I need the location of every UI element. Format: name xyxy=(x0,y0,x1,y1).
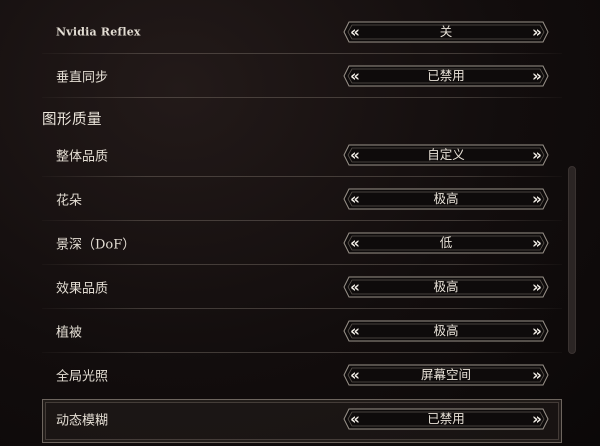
option-selector[interactable]: « 极高 » xyxy=(343,188,549,210)
setting-value: 已禁用 xyxy=(427,68,465,83)
next-option-arrow-icon[interactable]: » xyxy=(527,408,547,430)
setting-label: 景深（DoF） xyxy=(56,237,136,253)
setting-label: 动态模糊 xyxy=(56,413,109,429)
setting-label: 花朵 xyxy=(56,193,83,209)
setting-row-flowers[interactable]: 花朵 « 极高 » xyxy=(42,177,562,221)
setting-label: 效果品质 xyxy=(56,281,109,297)
setting-row-overall-quality[interactable]: 整体品质 « 自定义 » xyxy=(42,133,562,177)
setting-value: 极高 xyxy=(433,323,459,338)
option-selector[interactable]: « 已禁用 » xyxy=(343,65,549,87)
next-option-arrow-icon[interactable]: » xyxy=(527,276,547,298)
option-selector[interactable]: « 极高 » xyxy=(343,276,549,298)
section-title-graphics-quality: 图形质量 xyxy=(42,112,102,128)
previous-option-arrow-icon[interactable]: « xyxy=(345,188,365,210)
next-option-arrow-icon[interactable]: » xyxy=(527,232,547,254)
vertical-scrollbar[interactable] xyxy=(568,166,576,354)
previous-option-arrow-icon[interactable]: « xyxy=(345,232,365,254)
setting-label: Nvidia Reflex xyxy=(56,25,141,39)
option-selector[interactable]: « 自定义 » xyxy=(343,144,549,166)
previous-option-arrow-icon[interactable]: « xyxy=(345,276,365,298)
option-selector[interactable]: « 低 » xyxy=(343,232,549,254)
option-selector[interactable]: « 已禁用 » xyxy=(343,408,549,430)
previous-option-arrow-icon[interactable]: « xyxy=(345,364,365,386)
setting-row-vegetation[interactable]: 植被 « 极高 » xyxy=(42,309,562,353)
next-option-arrow-icon[interactable]: » xyxy=(527,65,547,87)
option-selector[interactable]: « 关 » xyxy=(343,21,549,43)
previous-option-arrow-icon[interactable]: « xyxy=(345,65,365,87)
previous-option-arrow-icon[interactable]: « xyxy=(345,21,365,43)
setting-row-effects-quality[interactable]: 效果品质 « 极高 » xyxy=(42,265,562,309)
option-selector[interactable]: « 极高 » xyxy=(343,320,549,342)
setting-value: 极高 xyxy=(433,279,459,294)
next-option-arrow-icon[interactable]: » xyxy=(527,188,547,210)
setting-value: 自定义 xyxy=(427,147,465,162)
previous-option-arrow-icon[interactable]: « xyxy=(345,320,365,342)
next-option-arrow-icon[interactable]: » xyxy=(527,320,547,342)
setting-label: 整体品质 xyxy=(56,149,109,165)
setting-value: 屏幕空间 xyxy=(420,367,471,382)
row-divider xyxy=(42,97,562,98)
setting-label: 全局光照 xyxy=(56,369,109,385)
setting-row-depth-of-field[interactable]: 景深（DoF） « 低 » xyxy=(42,221,562,265)
option-selector[interactable]: « 屏幕空间 » xyxy=(343,364,549,386)
previous-option-arrow-icon[interactable]: « xyxy=(345,144,365,166)
settings-panel: Nvidia Reflex « 关 » 垂直同步 « 已禁用 » 图形质量 整体… xyxy=(40,0,562,446)
setting-value: 极高 xyxy=(433,191,459,206)
setting-label: 垂直同步 xyxy=(56,70,109,86)
next-option-arrow-icon[interactable]: » xyxy=(527,21,547,43)
setting-value: 低 xyxy=(439,235,453,250)
setting-label: 植被 xyxy=(56,325,83,341)
setting-row-motion-blur[interactable]: 动态模糊 « 已禁用 » xyxy=(42,397,562,443)
setting-row-nvidia-reflex[interactable]: Nvidia Reflex « 关 » xyxy=(42,10,562,54)
setting-value: 已禁用 xyxy=(427,411,465,426)
next-option-arrow-icon[interactable]: » xyxy=(527,144,547,166)
previous-option-arrow-icon[interactable]: « xyxy=(345,408,365,430)
next-option-arrow-icon[interactable]: » xyxy=(527,364,547,386)
setting-row-global-illumination[interactable]: 全局光照 « 屏幕空间 » xyxy=(42,353,562,397)
setting-row-vsync[interactable]: 垂直同步 « 已禁用 » xyxy=(42,54,562,98)
setting-value: 关 xyxy=(439,24,453,39)
